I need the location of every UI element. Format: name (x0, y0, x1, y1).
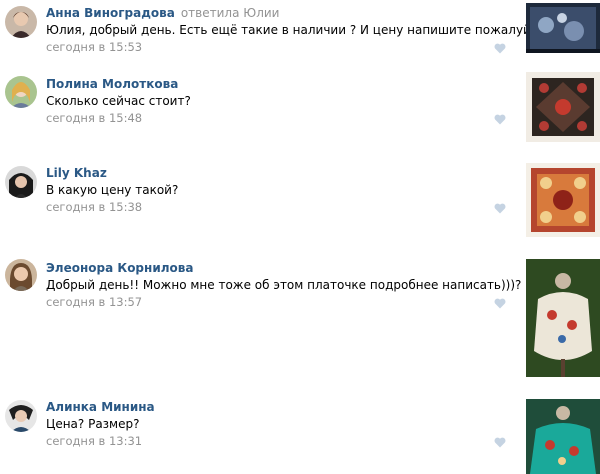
heart-icon[interactable] (494, 114, 506, 125)
shawl-thumbnail[interactable] (526, 163, 600, 237)
heart-icon[interactable] (494, 43, 506, 54)
avatar[interactable] (5, 6, 37, 38)
comment-text: Добрый день!! Можно мне тоже об этом пла… (46, 278, 522, 292)
author-name[interactable]: Анна Виноградова (46, 6, 175, 20)
comment-author[interactable]: Анна Виноградова ответила Юлии (46, 6, 279, 20)
avatar[interactable] (5, 76, 37, 108)
heart-icon[interactable] (494, 203, 506, 214)
comment-author[interactable]: Lily Khaz (46, 166, 107, 180)
author-name[interactable]: Алинка Минина (46, 400, 155, 414)
comment-text: Юлия, добрый день. Есть ещё такие в нали… (46, 23, 556, 37)
shawl-thumbnail[interactable] (526, 72, 600, 142)
comment-timestamp[interactable]: сегодня в 13:57 (46, 295, 142, 309)
comment-text: В какую цену такой? (46, 183, 179, 197)
comment-timestamp[interactable]: сегодня в 13:31 (46, 434, 142, 448)
shawl-thumbnail[interactable] (526, 399, 600, 474)
shawl-thumbnail[interactable] (526, 259, 600, 377)
author-name[interactable]: Элеонора Корнилова (46, 261, 193, 275)
avatar[interactable] (5, 259, 37, 291)
heart-icon[interactable] (494, 437, 506, 448)
comment-text: Цена? Размер? (46, 417, 140, 431)
comment-timestamp[interactable]: сегодня в 15:48 (46, 111, 142, 125)
comment-author[interactable]: Элеонора Корнилова (46, 261, 193, 275)
avatar[interactable] (5, 166, 37, 198)
comment-author[interactable]: Алинка Минина (46, 400, 155, 414)
comment-author[interactable]: Полина Молоткова (46, 77, 178, 91)
shawl-thumbnail[interactable] (526, 3, 600, 53)
comment-timestamp[interactable]: сегодня в 15:53 (46, 40, 142, 54)
avatar[interactable] (5, 400, 37, 432)
reply-to-label[interactable]: ответила Юлии (181, 6, 280, 20)
comment-text: Сколько сейчас стоит? (46, 94, 191, 108)
author-name[interactable]: Lily Khaz (46, 166, 107, 180)
author-name[interactable]: Полина Молоткова (46, 77, 178, 91)
heart-icon[interactable] (494, 298, 506, 309)
comment-timestamp[interactable]: сегодня в 15:38 (46, 200, 142, 214)
